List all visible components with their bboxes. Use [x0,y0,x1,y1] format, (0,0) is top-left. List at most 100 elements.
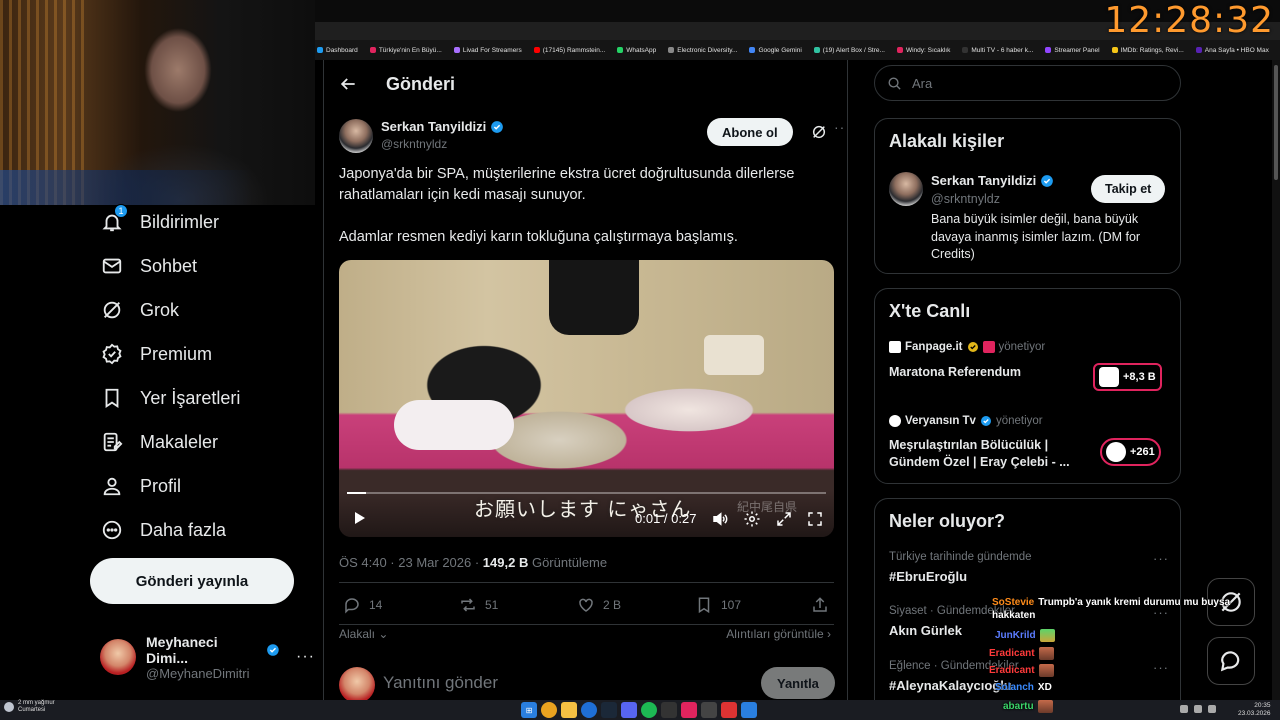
bookmark-item[interactable]: Livad For Streamers [453,47,522,54]
spotify-icon[interactable] [641,702,657,718]
bookmark-item[interactable]: IMDb: Ratings, Revi... [1111,47,1184,54]
bookmark-item[interactable]: Dashboard [317,47,358,54]
grok-icon[interactable] [811,124,827,140]
back-arrow-icon[interactable] [338,74,358,94]
bookmark-item[interactable]: WhatsApp [617,47,656,54]
cloud-rain-icon [4,702,14,712]
app-icon[interactable] [681,702,697,718]
share-icon [813,597,827,612]
share-action[interactable] [811,596,829,614]
bookmark-label: Türkiye'nin En Büyü... [378,46,442,54]
nav-messages[interactable]: Sohbet [100,254,197,278]
related-person-name[interactable]: Serkan Tanyildizi [931,173,1054,188]
post-video[interactable]: お願いします にゃさん 紀中尾自県 0:01 / 0:27 [339,260,834,537]
live-listeners-pill[interactable]: +261 [1100,438,1161,466]
subscribe-button[interactable]: Abone ol [707,118,793,146]
system-clock[interactable]: 20:35 23.03.2026 [1238,702,1271,718]
nav-premium[interactable]: Premium [100,342,212,366]
volume-icon[interactable] [1208,705,1216,713]
wifi-icon[interactable] [1194,705,1202,713]
file-explorer-icon[interactable] [561,702,577,718]
picture-in-picture-icon[interactable] [775,510,793,528]
nav-grok[interactable]: Grok [100,298,179,322]
affiliate-badge-icon [982,341,995,353]
page-scrollbar[interactable] [1272,60,1280,700]
bookmark-item[interactable]: (17145) Rammstein... [533,47,605,54]
chat-username: Eradicant [989,648,1035,660]
steam-icon[interactable] [601,702,617,718]
chevron-right-icon: › [827,627,831,641]
view-quotes-label: Alıntıları görüntüle [726,627,824,641]
windows-start-icon[interactable]: ⊞ [521,702,537,718]
play-icon[interactable] [351,510,367,526]
chevron-down-icon: ⌄ [378,627,389,641]
post-more-icon[interactable]: ··· [834,119,847,135]
bookmark-favicon-icon [317,47,323,53]
search-input[interactable]: Ara [874,65,1181,101]
bookmark-item[interactable]: Electronic Diversity... [668,47,737,54]
video-progress-bar[interactable] [347,492,826,494]
trend-name[interactable]: Akın Gürlek [889,623,962,638]
x-app-icon[interactable] [701,702,717,718]
app-icon[interactable] [721,702,737,718]
nav-more[interactable]: Daha fazla [100,518,226,542]
live-listeners-pill[interactable]: +8,3 B [1093,363,1162,391]
author-avatar[interactable] [339,119,373,153]
live-title[interactable]: Maratona Referendum [889,364,1089,381]
bookmarks-bar: Dashboard Türkiye'nin En Büyü... Livad For… [315,40,1280,60]
live-source[interactable]: Fanpage.it yönetiyor [889,341,1045,353]
webcam-desk-glow [0,170,315,205]
reply-action[interactable]: 14 [343,596,382,614]
author-name[interactable]: Serkan Tanyildizi [381,119,504,134]
post-meta: ÖS 4:40 · 23 Mar 2026 · 149,2 B Görüntül… [339,555,607,570]
like-action[interactable]: 2 B [577,596,621,614]
reply-sort-dropdown[interactable]: Alakalı ⌄ [339,627,388,641]
fullscreen-icon[interactable] [806,510,824,528]
volume-icon[interactable] [711,510,729,528]
live-title[interactable]: Meşrulaştırılan Bölücülük | Gündem Özel … [889,437,1089,471]
app-icon[interactable] [741,702,757,718]
reply-button[interactable]: Yanıtla [761,667,835,699]
author-handle[interactable]: @srkntnyldz [381,137,447,151]
reply-input[interactable]: Yanıtını gönder [383,673,498,693]
trend-name[interactable]: #EbruEroğlu [889,569,967,584]
view-quotes-link[interactable]: Alıntıları görüntüle › [726,627,831,641]
chrome-icon[interactable] [541,702,557,718]
repost-action[interactable]: 51 [459,596,498,614]
bookmark-item[interactable]: Streamer Panel [1045,47,1100,54]
weather-widget[interactable]: 2 mm yağmur Cumartesi [4,700,55,714]
trend-name[interactable]: #AleynaKalaycıoğlu [889,678,1012,693]
chat-message: JunKrild [995,629,1055,642]
bookmark-item[interactable]: Ana Sayfa • HBO Max [1195,47,1269,54]
nav-bookmarks[interactable]: Yer İşaretleri [100,386,240,410]
like-count: 2 B [603,598,622,612]
nav-notifications[interactable]: 1 Bildirimler [100,204,219,234]
post-timestamp[interactable]: ÖS 4:40 · 23 Mar 2026 · [339,555,483,570]
nav-articles[interactable]: Makaleler [100,430,218,454]
obs-icon[interactable] [661,702,677,718]
discord-icon[interactable] [621,702,637,718]
bookmark-item[interactable]: Windy: Sıcaklık [896,47,950,54]
chat-message: Eradicant [989,647,1054,660]
scrollbar-thumb[interactable] [1274,65,1278,180]
edge-icon[interactable] [581,702,597,718]
avatar[interactable] [889,172,923,206]
nav-profile[interactable]: Profil [100,474,181,498]
trend-more-icon[interactable]: ··· [1153,660,1169,675]
account-switcher[interactable]: Meyhaneci Dimi... @MeyhaneDimitri ··· [100,634,315,681]
follow-button[interactable]: Takip et [1091,175,1166,203]
bookmark-item[interactable]: (19) Alert Box / Stre... [813,47,885,54]
messages-fab[interactable] [1207,637,1255,685]
system-tray[interactable] [1180,705,1216,713]
tray-icon[interactable] [1180,705,1188,713]
more-icon[interactable]: ··· [296,648,315,666]
live-source[interactable]: Veryansın Tv yönetiyor [889,415,1043,427]
bookmark-item[interactable]: Türkiye'nin En Büyü... [369,46,442,54]
settings-gear-icon[interactable] [743,510,761,528]
bookmark-item[interactable]: Multi TV - 6 haber k... [962,47,1033,54]
live-source-name: Veryansın Tv [905,415,976,427]
post-button[interactable]: Gönderi yayınla [90,558,294,604]
trend-more-icon[interactable]: ··· [1153,551,1169,566]
bookmark-action[interactable]: 107 [695,596,741,614]
bookmark-item[interactable]: Google Gemini [749,47,802,54]
